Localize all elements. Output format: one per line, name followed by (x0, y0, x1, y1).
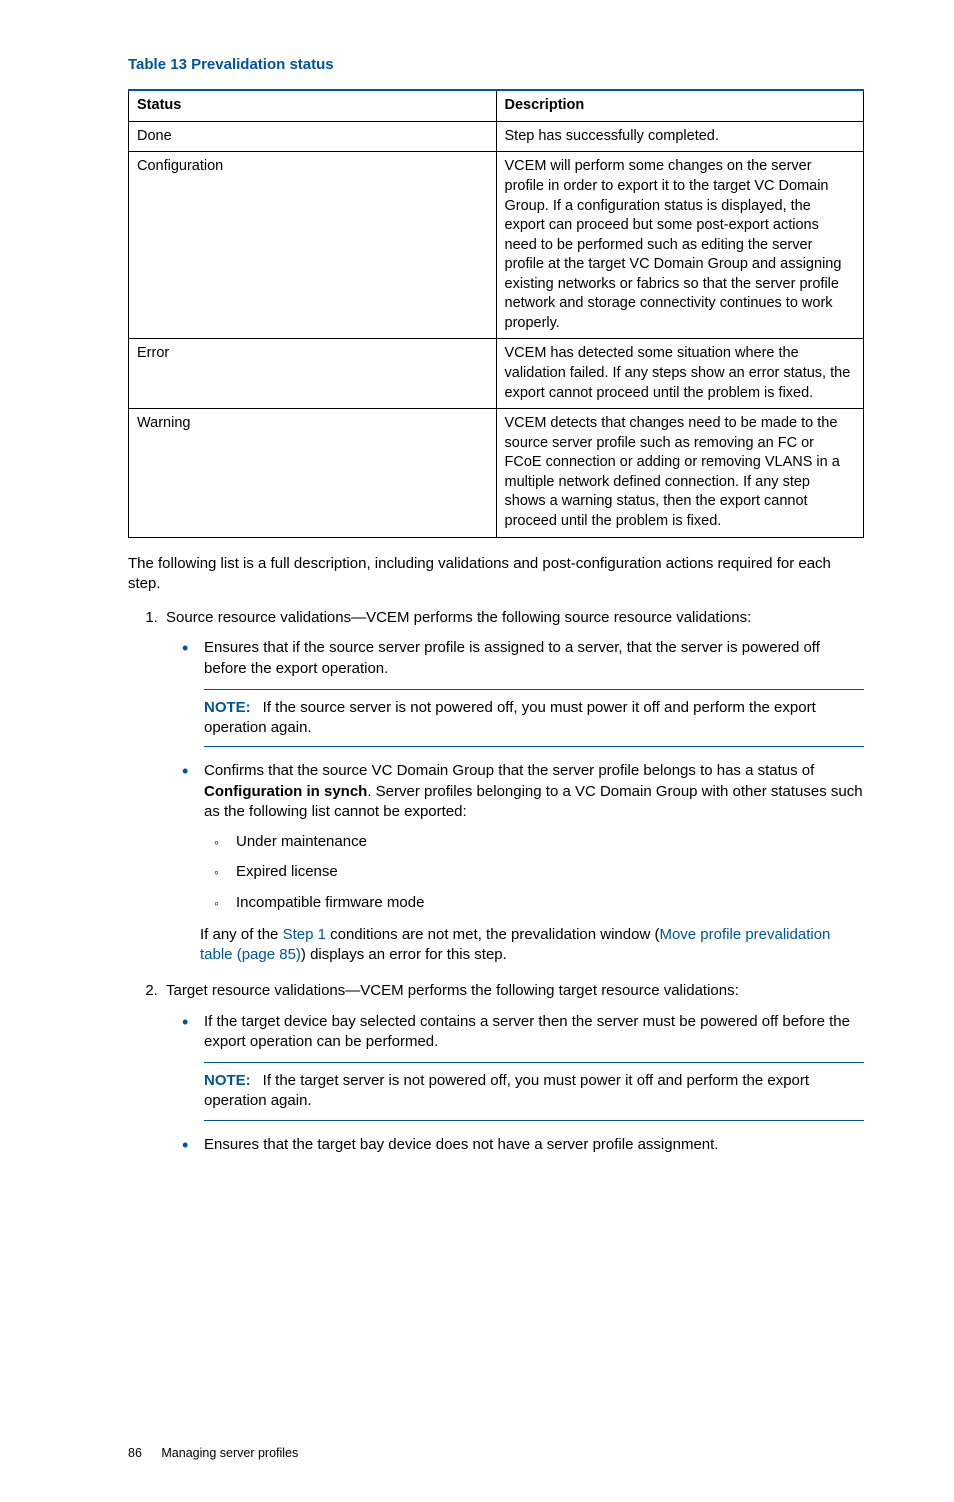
footer-section: Managing server profiles (161, 1446, 298, 1460)
cell-desc: Step has successfully completed. (496, 121, 864, 152)
step-1: Source resource validations—VCEM perform… (162, 608, 864, 965)
table-row: Error VCEM has detected some situation w… (129, 339, 864, 409)
note-label: NOTE: (204, 1072, 251, 1089)
step-2-lead: Target resource validations—VCEM perform… (166, 982, 739, 999)
table-row: Done Step has successfully completed. (129, 121, 864, 152)
page-footer: 86 Managing server profiles (128, 1445, 864, 1462)
step2-bullet-1: If the target device bay selected contai… (204, 1012, 864, 1121)
note-label: NOTE: (204, 699, 251, 716)
step1-bullet-1: Ensures that if the source server profil… (204, 638, 864, 747)
link-step1[interactable]: Step 1 (283, 926, 326, 943)
table-header-row: Status Description (129, 90, 864, 121)
table-row: Configuration VCEM will perform some cha… (129, 152, 864, 339)
cell-status: Done (129, 121, 497, 152)
prevalidation-status-table: Status Description Done Step has success… (128, 89, 864, 537)
table-title: Table 13 Prevalidation status (128, 55, 864, 75)
steps-list: Source resource validations—VCEM perform… (128, 608, 864, 1155)
step-2: Target resource validations—VCEM perform… (162, 981, 864, 1155)
step-1-lead: Source resource validations—VCEM perform… (166, 609, 751, 626)
cell-status: Warning (129, 409, 497, 537)
note-box: NOTE:If the source server is not powered… (204, 689, 864, 748)
sub-bullet: Incompatible firmware mode (236, 893, 864, 913)
bold-config-in-synch: Configuration in synch (204, 783, 367, 800)
col-header-description: Description (496, 90, 864, 121)
cell-status: Configuration (129, 152, 497, 339)
note-text: If the source server is not powered off,… (204, 699, 816, 736)
table-row: Warning VCEM detects that changes need t… (129, 409, 864, 537)
sub-bullet: Expired license (236, 862, 864, 882)
sub-bullet: Under maintenance (236, 832, 864, 852)
cell-desc: VCEM detects that changes need to be mad… (496, 409, 864, 537)
cell-desc: VCEM will perform some changes on the se… (496, 152, 864, 339)
intro-paragraph: The following list is a full description… (128, 554, 864, 595)
cell-status: Error (129, 339, 497, 409)
if-any-para: If any of the Step 1 conditions are not … (200, 925, 864, 966)
step2-bullet-2: Ensures that the target bay device does … (204, 1135, 864, 1155)
page-number: 86 (128, 1445, 142, 1462)
step1-bullet-2: Confirms that the source VC Domain Group… (204, 761, 864, 913)
col-header-status: Status (129, 90, 497, 121)
note-box: NOTE:If the target server is not powered… (204, 1062, 864, 1121)
cell-desc: VCEM has detected some situation where t… (496, 339, 864, 409)
note-text: If the target server is not powered off,… (204, 1072, 809, 1109)
